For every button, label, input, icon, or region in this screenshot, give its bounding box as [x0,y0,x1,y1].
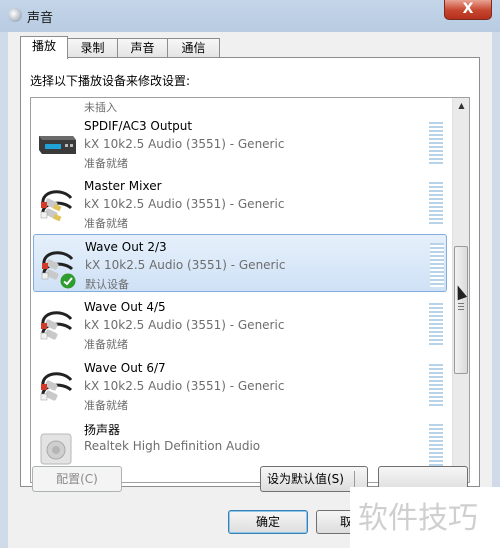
split-separator [354,471,355,487]
device-status: 准备就绪 [84,338,128,351]
device-driver: kX 10k2.5 Audio (3551) - Generic [84,318,285,332]
device-item-selected[interactable]: Wave Out 2/3 kX 10k2.5 Audio (3551) - Ge… [33,234,447,292]
volume-meter [429,303,443,347]
volume-meter [429,424,443,468]
device-driver: kX 10k2.5 Audio (3551) - Generic [85,258,286,272]
device-status: 默认设备 [85,278,129,291]
grip-line [458,306,464,307]
device-driver: kX 10k2.5 Audio (3551) - Generic [84,137,285,151]
ok-button[interactable]: 确定 [228,510,308,534]
watermark-text: 软件技巧 [358,501,478,536]
scroll-thumb[interactable] [454,246,468,374]
device-driver: Realtek High Definition Audio [84,439,261,453]
window-title: 声音 [27,11,54,26]
device-name: 扬声器 [84,423,121,437]
default-check-icon [60,273,76,289]
device-name: SPDIF/AC3 Output [84,119,193,133]
device-item[interactable]: 未插入 [33,97,447,114]
device-name: Master Mixer [84,179,162,193]
device-status: 准备就绪 [84,217,128,230]
panel-prompt: 选择以下播放设备来修改设置: [30,74,191,88]
device-name: Wave Out 4/5 [84,300,166,314]
watermark-box: 软件技巧 [350,487,500,548]
device-status: 准备就绪 [84,157,128,170]
sound-app-icon [8,8,22,22]
speaker-unplugged-icon [37,97,77,104]
set-default-label: 设为默认值(S) [267,472,344,486]
volume-meter [429,122,443,166]
rca-cable-icon [40,190,73,222]
tab-sounds[interactable]: 声音 [117,38,168,57]
device-name: Wave Out 2/3 [85,240,167,254]
device-list[interactable]: 未插入 SPDIF/AC3 Output kX 10k2.5 Audio (35… [30,97,470,483]
grip-line [458,303,464,304]
rca-cable-icon [40,372,73,401]
configure-button[interactable]: 配置(C) [32,466,122,492]
scroll-up-arrow-icon[interactable]: ▲ [453,98,469,114]
dialog-body: 播放 录制 声音 通信 选择以下播放设备来修改设置: 未插入 SPDIF/AC3… [8,32,492,548]
device-driver: kX 10k2.5 Audio (3551) - Generic [84,379,285,393]
digital-output-device-icon [39,136,76,154]
volume-meter [430,243,444,287]
volume-meter [429,364,443,408]
title-bar: 声音 X [0,0,500,32]
rca-cable-icon [40,311,73,340]
playback-panel: 选择以下播放设备来修改设置: 未插入 SPDIF/AC3 Output kX 1… [20,57,480,487]
close-button[interactable]: X [444,0,492,20]
volume-meter [429,182,443,226]
device-item[interactable]: Master Mixer kX 10k2.5 Audio (3551) - Ge… [33,174,447,232]
grip-line [458,309,464,310]
device-name: Wave Out 6/7 [84,361,166,375]
tab-playback[interactable]: 播放 [20,36,68,59]
tab-communications[interactable]: 通信 [167,38,220,57]
device-status: 准备就绪 [84,399,128,412]
device-status: 未插入 [84,101,117,114]
speaker-icon [40,433,72,465]
device-item[interactable]: Wave Out 6/7 kX 10k2.5 Audio (3551) - Ge… [33,356,447,414]
device-item[interactable]: SPDIF/AC3 Output kX 10k2.5 Audio (3551) … [33,114,447,172]
device-driver: kX 10k2.5 Audio (3551) - Generic [84,197,285,211]
tab-recording[interactable]: 录制 [67,38,118,57]
device-item[interactable]: Wave Out 4/5 kX 10k2.5 Audio (3551) - Ge… [33,295,447,353]
